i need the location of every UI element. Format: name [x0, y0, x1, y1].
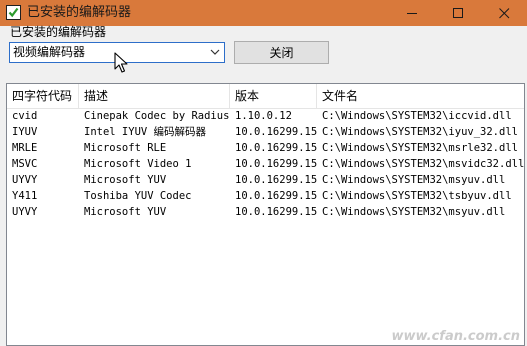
checkbox-app-icon	[6, 5, 21, 20]
fourcc-cell: Y411	[12, 190, 38, 202]
description-cell: Microsoft RLE	[84, 142, 167, 154]
table-row[interactable]: cvid Cinepak Codec by Radius 1.10.0.12 C…	[7, 108, 524, 124]
description-cell: Microsoft YUV	[84, 174, 167, 186]
version-cell: 10.0.16299.15	[235, 126, 317, 138]
table-row[interactable]: MRLE Microsoft RLE 10.0.16299.15 C:\Wind…	[7, 140, 524, 156]
list-header: 四字符代码 描述 版本 文件名	[7, 84, 524, 109]
version-cell: 10.0.16299.15	[235, 206, 317, 218]
maximize-button[interactable]	[435, 0, 481, 26]
column-header-version[interactable]: 版本	[230, 84, 317, 108]
mouse-cursor-icon	[114, 52, 128, 73]
filename-cell: C:\Windows\SYSTEM32\msyuv.dll	[322, 206, 506, 218]
fourcc-cell: UYVY	[12, 206, 38, 218]
codec-type-select-value: 视频编解码器	[13, 45, 86, 59]
column-header-description[interactable]: 描述	[79, 84, 230, 108]
title-bar[interactable]: 已安装的编解码器	[0, 0, 527, 26]
version-cell: 10.0.16299.15	[235, 174, 317, 186]
column-header-fourcc[interactable]: 四字符代码	[7, 84, 79, 108]
codec-type-label: 已安装的编解码器	[10, 25, 107, 39]
fourcc-cell: UYVY	[12, 174, 38, 186]
table-row[interactable]: UYVY Microsoft YUV 10.0.16299.15 C:\Wind…	[7, 172, 524, 188]
table-row[interactable]: MSVC Microsoft Video 1 10.0.16299.15 C:\…	[7, 156, 524, 172]
column-header-filename[interactable]: 文件名	[317, 84, 524, 108]
close-icon	[498, 7, 509, 18]
filename-cell: C:\Windows\SYSTEM32\tsbyuv.dll	[322, 190, 512, 202]
fourcc-cell: cvid	[12, 110, 38, 122]
filename-cell: C:\Windows\SYSTEM32\msrle32.dll	[322, 142, 518, 154]
version-cell: 10.0.16299.15	[235, 158, 317, 170]
fourcc-cell: IYUV	[12, 126, 38, 138]
description-cell: Cinepak Codec by Radius	[84, 110, 230, 122]
maximize-icon	[452, 7, 463, 18]
description-cell: Toshiba YUV Codec	[84, 190, 192, 202]
list-body: cvid Cinepak Codec by Radius 1.10.0.12 C…	[7, 108, 524, 220]
fourcc-cell: MSVC	[12, 158, 38, 170]
filename-cell: C:\Windows\SYSTEM32\iyuv_32.dll	[322, 126, 518, 138]
close-window-button[interactable]	[481, 0, 527, 26]
table-row[interactable]: Y411 Toshiba YUV Codec 10.0.16299.15 C:\…	[7, 188, 524, 204]
close-button[interactable]: 关闭	[234, 41, 329, 64]
codec-window: 已安装的编解码器 已安装的编解码器 视频编解码器 关闭 四字符代码 描述 版本 …	[0, 0, 527, 346]
version-cell: 10.0.16299.15	[235, 142, 317, 154]
codec-list[interactable]: 四字符代码 描述 版本 文件名 cvid Cinepak Codec by Ra…	[6, 83, 525, 346]
filename-cell: C:\Windows\SYSTEM32\msvidc32.dll	[322, 158, 524, 170]
description-cell: Microsoft YUV	[84, 206, 167, 218]
chevron-down-icon	[210, 49, 220, 55]
version-cell: 10.0.16299.15	[235, 190, 317, 202]
filename-cell: C:\Windows\SYSTEM32\iccvid.dll	[322, 110, 512, 122]
minimize-icon	[406, 12, 417, 14]
description-cell: Intel IYUV 编码解码器	[84, 126, 207, 138]
version-cell: 1.10.0.12	[235, 110, 292, 122]
table-row[interactable]: UYVY Microsoft YUV 10.0.16299.15 C:\Wind…	[7, 204, 524, 220]
minimize-button[interactable]	[389, 0, 435, 26]
table-row[interactable]: IYUV Intel IYUV 编码解码器 10.0.16299.15 C:\W…	[7, 124, 524, 140]
watermark: www.cfan.com.cn	[391, 329, 520, 344]
description-cell: Microsoft Video 1	[84, 158, 192, 170]
window-title: 已安装的编解码器	[27, 5, 132, 20]
filename-cell: C:\Windows\SYSTEM32\msyuv.dll	[322, 174, 506, 186]
fourcc-cell: MRLE	[12, 142, 38, 154]
